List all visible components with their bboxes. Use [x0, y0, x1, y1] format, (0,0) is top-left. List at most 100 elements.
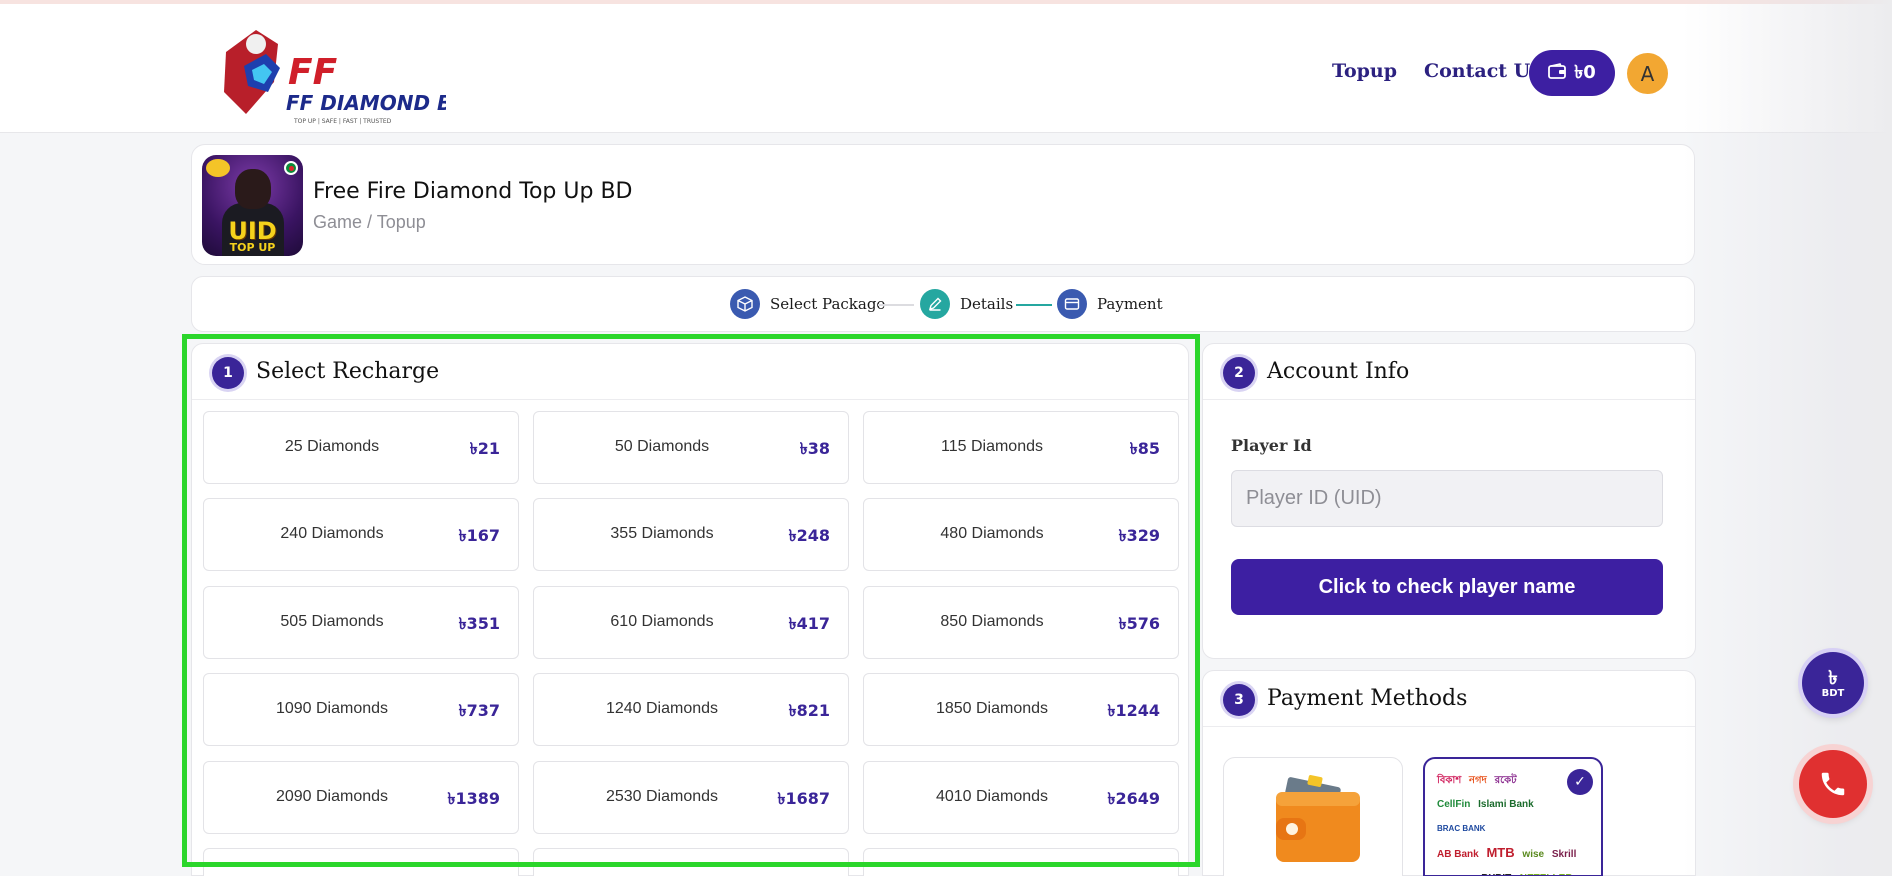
checkout-steps: Select Package Details Payment: [191, 276, 1695, 332]
package-card[interactable]: 355 Diamonds ৳248: [533, 498, 849, 571]
package-name: 1090 Diamonds: [275, 700, 389, 717]
package-card[interactable]: 1090 Diamonds ৳737: [203, 673, 519, 746]
package-price: ৳1244: [1107, 701, 1160, 720]
package-name: 50 Diamonds: [614, 438, 710, 455]
package-price: ৳21: [469, 439, 500, 458]
package-card[interactable]: 115 Diamonds ৳85: [863, 411, 1179, 484]
package-name: 610 Diamonds: [610, 613, 714, 630]
package-card[interactable]: [863, 848, 1179, 876]
package-price: ৳167: [458, 526, 500, 545]
package-price: ৳1687: [777, 789, 830, 808]
package-card[interactable]: 25 Diamonds ৳21: [203, 411, 519, 484]
payment-method-wallet[interactable]: [1223, 757, 1403, 876]
package-card[interactable]: 850 Diamonds ৳576: [863, 586, 1179, 659]
package-price: ৳737: [458, 701, 500, 720]
bank-logos-icon: বিকাশ নগদ রকেট CellFin Islami Bank BRAC …: [1437, 775, 1577, 875]
bangladesh-flag-icon: [284, 161, 298, 175]
package-card[interactable]: 4010 Diamonds ৳2649: [863, 761, 1179, 834]
account-info-panel: 2 Account Info Player Id Click to check …: [1202, 343, 1696, 659]
package-card[interactable]: 1240 Diamonds ৳821: [533, 673, 849, 746]
package-name: 1850 Diamonds: [935, 700, 1049, 717]
package-card[interactable]: 505 Diamonds ৳351: [203, 586, 519, 659]
section-number: 1: [212, 357, 244, 389]
section-header: 1 Select Recharge: [192, 344, 1188, 400]
call-button[interactable]: [1799, 750, 1867, 818]
package-name: 4010 Diamonds: [935, 788, 1049, 805]
payment-methods-panel: 3 Payment Methods ✓ বিকাশ নগদ রকেট CellF…: [1202, 670, 1696, 876]
wallet-button[interactable]: ৳0: [1529, 50, 1615, 96]
card-icon: [1057, 289, 1087, 319]
thumb-topup-text: TOP UP: [229, 241, 276, 254]
taka-icon: ৳: [1828, 666, 1838, 689]
user-avatar[interactable]: A: [1627, 53, 1668, 94]
package-card[interactable]: 50 Diamonds ৳38: [533, 411, 849, 484]
site-logo[interactable]: FF FF DIAMOND BD TOP UP | SAFE | FAST | …: [216, 22, 469, 126]
wallet-icon: [1548, 62, 1567, 84]
breadcrumb: Game / Topup: [313, 212, 426, 232]
section-title: Account Info: [1267, 359, 1410, 384]
thumb-character-head: [235, 169, 271, 209]
nav-contact-link[interactable]: Contact Us: [1424, 60, 1541, 82]
section-header: 2 Account Info: [1203, 344, 1695, 400]
package-price: ৳2649: [1107, 789, 1160, 808]
step-select-package[interactable]: Select Package: [770, 295, 885, 313]
nav-topup-link[interactable]: Topup: [1332, 60, 1397, 82]
player-id-label: Player Id: [1231, 436, 1312, 455]
wallet-balance: ৳0: [1574, 61, 1596, 83]
currency-label: BDT: [1821, 687, 1845, 699]
game-title: Free Fire Diamond Top Up BD: [313, 179, 633, 204]
package-name: 240 Diamonds: [280, 525, 384, 542]
svg-text:TOP UP | SAFE | FAST | TRUSTED: TOP UP | SAFE | FAST | TRUSTED: [293, 118, 392, 125]
site-header: FF FF DIAMOND BD TOP UP | SAFE | FAST | …: [0, 0, 1892, 133]
package-card[interactable]: 2530 Diamonds ৳1687: [533, 761, 849, 834]
package-price: ৳38: [799, 439, 830, 458]
package-name: 355 Diamonds: [610, 525, 714, 542]
svg-text:FF: FF: [288, 52, 338, 93]
step-connector: [1016, 304, 1052, 306]
package-card[interactable]: [533, 848, 849, 876]
package-price: ৳85: [1129, 439, 1160, 458]
cube-icon: [730, 289, 760, 319]
package-name: 505 Diamonds: [280, 613, 384, 630]
phone-icon: [1821, 772, 1845, 796]
section-title: Select Recharge: [256, 359, 440, 384]
package-price: ৳417: [788, 614, 830, 633]
section-title: Payment Methods: [1267, 686, 1468, 711]
svg-text:FF DIAMOND BD: FF DIAMOND BD: [286, 91, 446, 115]
pencil-icon: [920, 289, 950, 319]
step-connector: [878, 304, 914, 306]
package-price: ৳248: [788, 526, 830, 545]
payment-method-banks[interactable]: ✓ বিকাশ নগদ রকেট CellFin Islami Bank BRA…: [1423, 757, 1603, 876]
thumb-badge-icon: [206, 159, 230, 177]
section-number: 3: [1223, 684, 1255, 716]
package-name: 2530 Diamonds: [605, 788, 719, 805]
game-thumbnail: UID TOP UP: [202, 155, 303, 256]
section-header: 3 Payment Methods: [1203, 671, 1695, 727]
package-card[interactable]: 610 Diamonds ৳417: [533, 586, 849, 659]
player-id-input[interactable]: [1231, 470, 1663, 527]
package-card[interactable]: 1850 Diamonds ৳1244: [863, 673, 1179, 746]
wallet-icon: [1276, 775, 1360, 862]
package-price: ৳351: [458, 614, 500, 633]
package-card[interactable]: [203, 848, 519, 876]
package-name: 1240 Diamonds: [605, 700, 719, 717]
package-price: ৳821: [788, 701, 830, 720]
game-info-card: UID TOP UP Free Fire Diamond Top Up BD G…: [191, 144, 1695, 265]
package-card[interactable]: 2090 Diamonds ৳1389: [203, 761, 519, 834]
package-price: ৳329: [1118, 526, 1160, 545]
check-player-name-button[interactable]: Click to check player name: [1231, 559, 1663, 615]
package-name: 115 Diamonds: [941, 438, 1043, 455]
step-payment[interactable]: Payment: [1097, 295, 1163, 313]
package-card[interactable]: 240 Diamonds ৳167: [203, 498, 519, 571]
step-details[interactable]: Details: [960, 295, 1013, 313]
package-price: ৳576: [1118, 614, 1160, 633]
select-recharge-panel: 1 Select Recharge 25 Diamonds ৳21 50 Diam…: [191, 343, 1189, 876]
currency-switch-button[interactable]: ৳ BDT: [1802, 652, 1864, 714]
package-name: 25 Diamonds: [284, 438, 380, 455]
package-name: 480 Diamonds: [940, 525, 1044, 542]
package-name: 850 Diamonds: [940, 613, 1044, 630]
package-card[interactable]: 480 Diamonds ৳329: [863, 498, 1179, 571]
package-price: ৳1389: [447, 789, 500, 808]
section-number: 2: [1223, 357, 1255, 389]
package-name: 2090 Diamonds: [275, 788, 389, 805]
